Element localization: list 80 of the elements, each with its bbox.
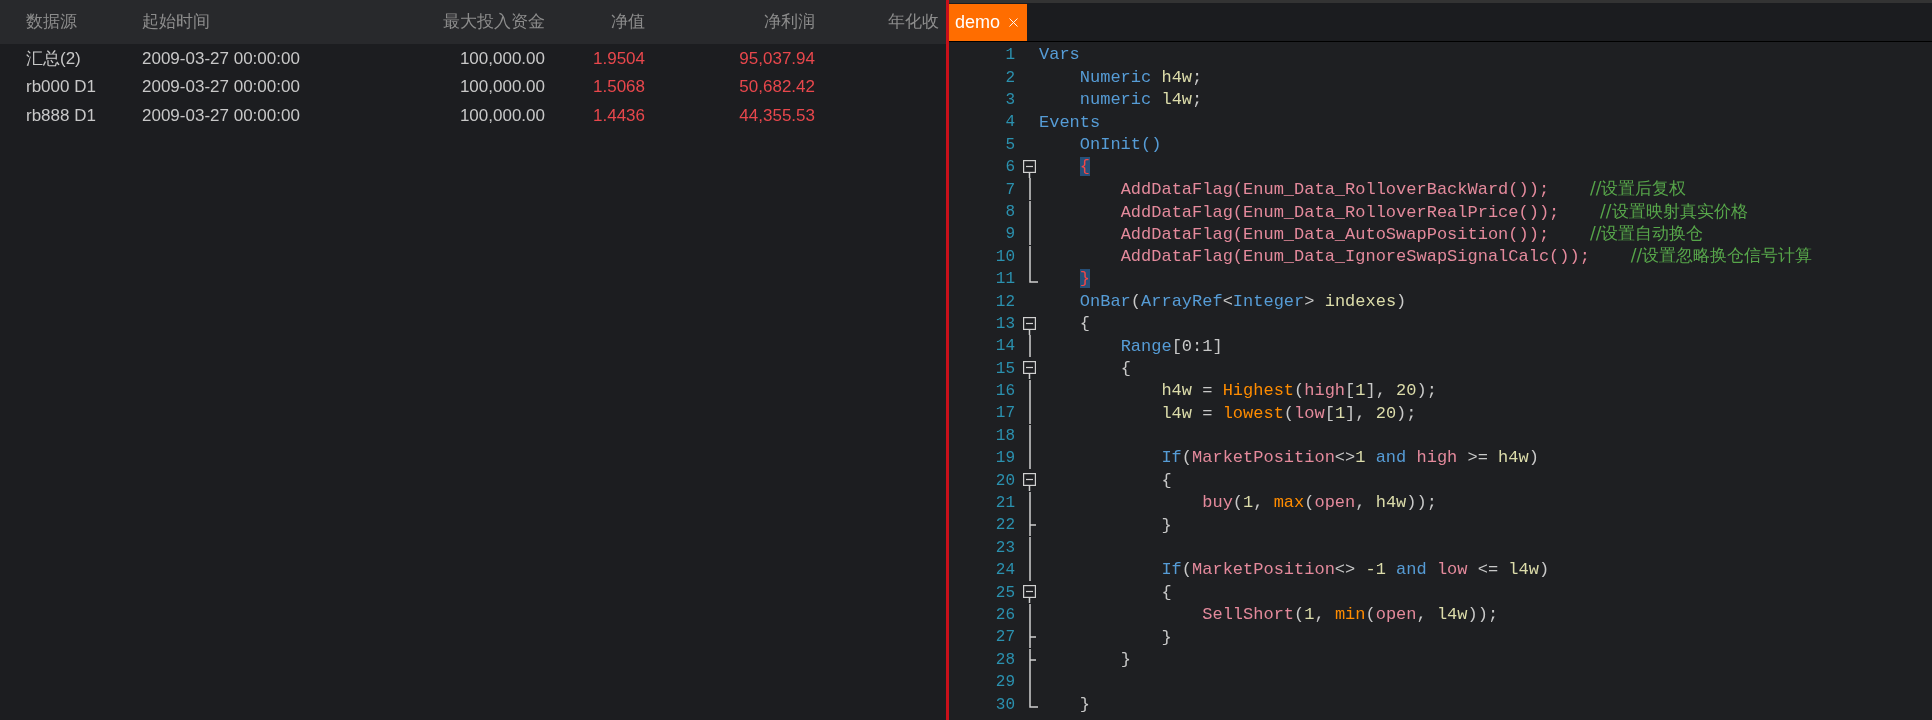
code-line: AddDataFlag(Enum_Data_RolloverBackWard()); //设置后复权	[1119, 177, 1687, 202]
column-header[interactable]: 数据源	[26, 9, 142, 35]
fold-end-line	[1028, 267, 1038, 283]
line-number: 1	[1004, 45, 1015, 67]
column-header[interactable]: 年化收	[888, 9, 946, 35]
line-number: 19	[994, 448, 1015, 470]
column-header[interactable]: 净利润	[645, 9, 815, 35]
line-number: 27	[994, 627, 1015, 649]
table-cell-text: 44,355.53	[738, 104, 815, 127]
code-line: l4w = lowest(low[1], 20);	[1160, 402, 1417, 425]
table-cell-text: 2009-03-27 00:00:00	[142, 76, 301, 98]
table-cell-text: 100,000.00	[458, 104, 545, 127]
code-line: Numeric h4w;	[1078, 66, 1203, 89]
table-cell-text: 95,037.94	[738, 47, 815, 70]
code-line: h4w = Highest(high[1], 20);	[1160, 380, 1437, 403]
line-number: 16	[994, 381, 1015, 403]
code-line: SellShort(1, min(open, l4w));	[1201, 604, 1499, 627]
table-cell-text: rb000 D1	[26, 76, 97, 98]
code-line: Range[0:1]	[1119, 335, 1223, 358]
column-header[interactable]: 起始时间	[142, 9, 382, 35]
code-line: {	[1160, 469, 1172, 492]
table-cell-text: 1.5068	[592, 76, 645, 98]
line-number: 24	[994, 560, 1015, 582]
code-line: }	[1160, 514, 1172, 537]
table-cell-text: 2009-03-27 00:00:00	[142, 104, 301, 127]
line-number: 5	[1004, 134, 1015, 156]
code-line: }	[1160, 626, 1172, 649]
line-number: 9	[1004, 224, 1015, 246]
line-number: 8	[1004, 201, 1015, 223]
line-number: 28	[994, 649, 1015, 671]
line-number: 29	[994, 672, 1015, 694]
code-line: buy(1, max(open, h4w));	[1201, 492, 1437, 515]
code-line: AddDataFlag(Enum_Data_AutoSwapPosition()); //设置自动换仓	[1119, 222, 1704, 247]
table-cell-text: 100,000.00	[458, 47, 545, 70]
line-number: 30	[994, 694, 1015, 716]
line-number: 3	[1004, 90, 1015, 111]
code-line: OnInit()	[1078, 134, 1162, 156]
editor-tab[interactable]: demo	[949, 4, 1028, 41]
column-header[interactable]: 净值	[545, 9, 645, 35]
line-number: 6	[1004, 157, 1015, 179]
line-number: 4	[1004, 112, 1015, 134]
table-cell-text: 50,682.42	[738, 76, 815, 98]
code-line: AddDataFlag(Enum_Data_RolloverRealPrice()); //设置映射真实价格	[1119, 199, 1748, 224]
code-line: AddDataFlag(Enum_Data_IgnoreSwapSignalCalc()); //设置忽略换仓信号计算	[1119, 244, 1813, 269]
line-number: 20	[994, 470, 1015, 492]
line-number: 2	[1004, 67, 1015, 89]
code-line: Vars	[1039, 44, 1080, 67]
fold-guide-line	[1028, 335, 1031, 358]
code-line: {	[1078, 313, 1090, 336]
code-line: numeric l4w;	[1078, 89, 1203, 112]
column-header[interactable]: 最大投入资金	[382, 9, 545, 35]
code-line: }	[1119, 649, 1131, 671]
table-cell-text: 100,000.00	[458, 76, 545, 98]
code-line: OnBar(ArrayRef<Integer> indexes)	[1078, 290, 1407, 313]
line-number: 10	[994, 246, 1015, 268]
line-number: 15	[994, 358, 1015, 380]
line-number: 12	[994, 291, 1015, 313]
table-cell-text: 2009-03-27 00:00:00	[142, 47, 301, 70]
line-number: 25	[994, 582, 1015, 604]
code-line: Events	[1039, 111, 1101, 134]
code-line: If(MarketPosition<>1 and high >= h4w)	[1160, 447, 1539, 470]
line-number: 18	[994, 425, 1015, 447]
line-number: 22	[994, 515, 1015, 537]
code-line: If(MarketPosition<> -1 and low <= l4w)	[1160, 559, 1550, 582]
table-cell-text: 1.4436	[592, 104, 645, 127]
table-cell-text: 汇总(2)	[26, 47, 82, 70]
line-number: 7	[1004, 179, 1015, 201]
line-number: 26	[994, 604, 1015, 626]
code-line: {	[1119, 357, 1131, 380]
code-line: }	[1078, 693, 1090, 716]
line-number: 17	[994, 403, 1015, 425]
fold-end-line	[1028, 693, 1038, 709]
table-cell-text: rb888 D1	[26, 104, 97, 127]
line-number: 13	[994, 313, 1015, 335]
line-number: 23	[994, 537, 1015, 559]
line-number: 11	[994, 269, 1015, 291]
code-line: {	[1160, 581, 1172, 604]
line-number: 14	[994, 336, 1015, 358]
table-cell-text: 1.9504	[592, 47, 645, 70]
line-number: 21	[994, 493, 1015, 514]
